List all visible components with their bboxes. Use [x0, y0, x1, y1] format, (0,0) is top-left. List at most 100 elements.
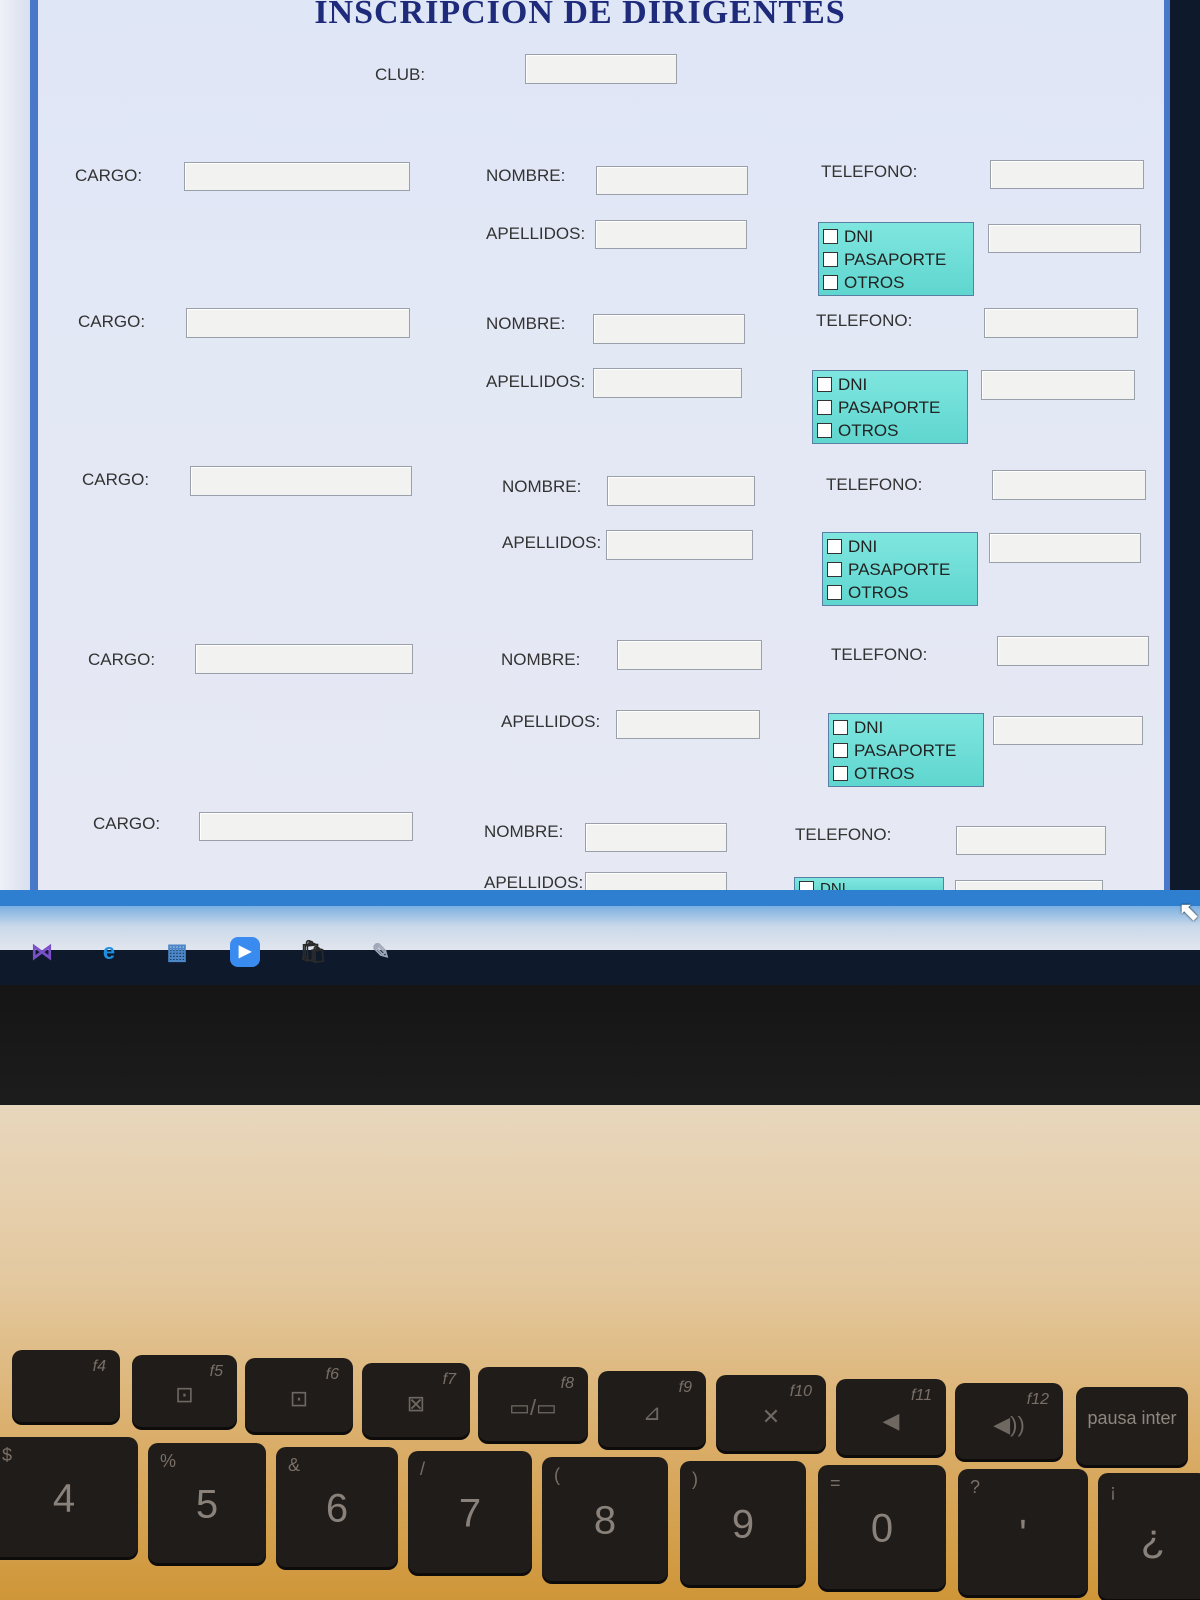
cargo-input[interactable] — [195, 644, 413, 674]
checkbox[interactable] — [827, 562, 842, 577]
key-f8[interactable]: f8 ▭/▭ — [478, 1367, 588, 1441]
cargo-input[interactable] — [190, 466, 412, 496]
form-title: INSCRIPCION DE DIRIGENTES — [314, 0, 846, 31]
background-window-edge — [0, 0, 30, 890]
key-0[interactable]: = 0 — [818, 1465, 946, 1589]
doc-option-dni[interactable]: DNI — [827, 535, 973, 558]
nombre-input[interactable] — [593, 314, 745, 344]
club-label: CLUB: — [375, 65, 426, 84]
doc-option-otros[interactable]: OTROS — [833, 762, 979, 785]
apellidos-input[interactable] — [606, 530, 753, 560]
key-f6[interactable]: f6 ⊡ — [245, 1358, 353, 1432]
telefono-input[interactable] — [997, 636, 1149, 666]
doc-option-otros[interactable]: OTROS — [823, 271, 969, 294]
checkbox[interactable] — [833, 720, 848, 735]
key-8[interactable]: (8 — [542, 1457, 668, 1581]
store-icon[interactable]: 🛍 — [296, 935, 330, 969]
telefono-label: TELEFONO: — [826, 475, 923, 494]
apellidos-label: APELLIDOS: — [486, 224, 586, 243]
key-inverted-question[interactable]: ¡ ¿ — [1098, 1473, 1200, 1599]
telefono-label: TELEFONO: — [795, 825, 892, 844]
cargo-input[interactable] — [199, 812, 413, 841]
cargo-input[interactable] — [186, 308, 410, 338]
apellidos-label: APELLIDOS: — [502, 533, 602, 552]
club-input[interactable] — [525, 54, 677, 84]
visual-studio-icon[interactable]: ⋈ — [25, 935, 59, 969]
checkbox[interactable] — [823, 229, 838, 244]
cargo-label: CARGO: — [82, 470, 150, 489]
telefono-label: TELEFONO: — [821, 162, 918, 181]
key-7[interactable]: /7 — [408, 1451, 532, 1573]
checkbox[interactable] — [817, 423, 832, 438]
doc-option-pasaporte[interactable]: PASAPORTE — [823, 248, 969, 271]
nombre-input[interactable] — [607, 476, 755, 506]
file-explorer-icon[interactable]: ▦ — [160, 935, 194, 969]
checkbox[interactable] — [833, 766, 848, 781]
apellidos-input[interactable] — [595, 220, 747, 249]
key-f10[interactable]: f10 ✕ — [716, 1375, 826, 1451]
checkbox[interactable] — [823, 252, 838, 267]
apellidos-input[interactable] — [585, 872, 727, 892]
nombre-label: NOMBRE: — [502, 477, 582, 496]
nombre-input[interactable] — [596, 166, 748, 195]
document-type-checkboxes: DNI PASAPORTE OTROS — [822, 532, 978, 606]
doc-option-pasaporte[interactable]: PASAPORTE — [817, 396, 963, 419]
document-number-input[interactable] — [981, 370, 1135, 400]
form-window — [30, 0, 1170, 890]
key-pausa-inter[interactable]: pausa inter — [1076, 1387, 1188, 1465]
document-type-checkboxes: DNI PASAPORTE OTROS — [828, 713, 984, 787]
document-type-checkboxes: DNI PASAPORTE OTROS — [812, 370, 968, 444]
apellidos-input[interactable] — [593, 368, 742, 398]
telefono-input[interactable] — [990, 160, 1144, 189]
telefono-input[interactable] — [984, 308, 1138, 338]
key-f12[interactable]: f12 ◀)) — [955, 1383, 1063, 1459]
edge-icon[interactable]: e — [92, 935, 126, 969]
key-9[interactable]: ) 9 — [680, 1461, 806, 1585]
document-number-input[interactable] — [988, 224, 1141, 253]
checkbox[interactable] — [817, 400, 832, 415]
laptop-bezel — [0, 985, 1200, 1115]
key-f5[interactable]: f5 ⊡ — [132, 1355, 237, 1427]
key-apostrophe[interactable]: ? ' — [958, 1469, 1088, 1595]
doc-option-dni[interactable]: DNI — [817, 373, 963, 396]
monitor-screen: INSCRIPCION DE DIRIGENTES CLUB: CARGO: N… — [0, 0, 1200, 985]
apellidos-input[interactable] — [616, 710, 760, 739]
apellidos-label: APELLIDOS: — [501, 712, 601, 731]
cargo-label: CARGO: — [93, 814, 161, 833]
doc-option-otros[interactable]: OTROS — [827, 581, 973, 604]
document-number-input[interactable] — [989, 533, 1141, 563]
camera-icon: ▶ — [230, 937, 260, 967]
telefono-label: TELEFONO: — [831, 645, 928, 664]
key-f7[interactable]: f7 ⊠ — [362, 1363, 470, 1437]
document-number-input[interactable] — [993, 716, 1143, 745]
key-f4[interactable]: f4 — [12, 1350, 120, 1422]
checkbox[interactable] — [827, 585, 842, 600]
paint-icon[interactable]: ✎ — [364, 935, 398, 969]
doc-option-dni[interactable]: DNI — [833, 716, 979, 739]
checkbox[interactable] — [833, 743, 848, 758]
key-4[interactable]: $4 — [0, 1437, 138, 1557]
key-f9[interactable]: f9 ⊿ — [598, 1371, 706, 1447]
doc-option-pasaporte[interactable]: PASAPORTE — [833, 739, 979, 762]
cargo-label: CARGO: — [88, 650, 156, 669]
key-5[interactable]: % 5 — [148, 1443, 266, 1563]
cargo-label: CARGO: — [75, 166, 143, 185]
checkbox[interactable] — [827, 539, 842, 554]
telefono-input[interactable] — [992, 470, 1146, 500]
checkbox[interactable] — [823, 275, 838, 290]
doc-option-pasaporte[interactable]: PASAPORTE — [827, 558, 973, 581]
nombre-input[interactable] — [585, 823, 727, 852]
zoom-icon[interactable]: ▶ — [228, 935, 262, 969]
telefono-input[interactable] — [956, 826, 1106, 855]
cargo-input[interactable] — [184, 162, 410, 191]
nombre-input[interactable] — [617, 640, 762, 670]
doc-option-otros[interactable]: OTROS — [817, 419, 963, 442]
nombre-label: NOMBRE: — [486, 314, 566, 333]
key-f11[interactable]: f11 ◀ — [836, 1379, 946, 1455]
nombre-label: NOMBRE: — [501, 650, 581, 669]
mouse-cursor-icon: ⬉ — [1178, 896, 1200, 926]
checkbox[interactable] — [817, 377, 832, 392]
doc-option-dni[interactable]: DNI — [823, 225, 969, 248]
telefono-label: TELEFONO: — [816, 311, 913, 330]
key-6[interactable]: & 6 — [276, 1447, 398, 1567]
